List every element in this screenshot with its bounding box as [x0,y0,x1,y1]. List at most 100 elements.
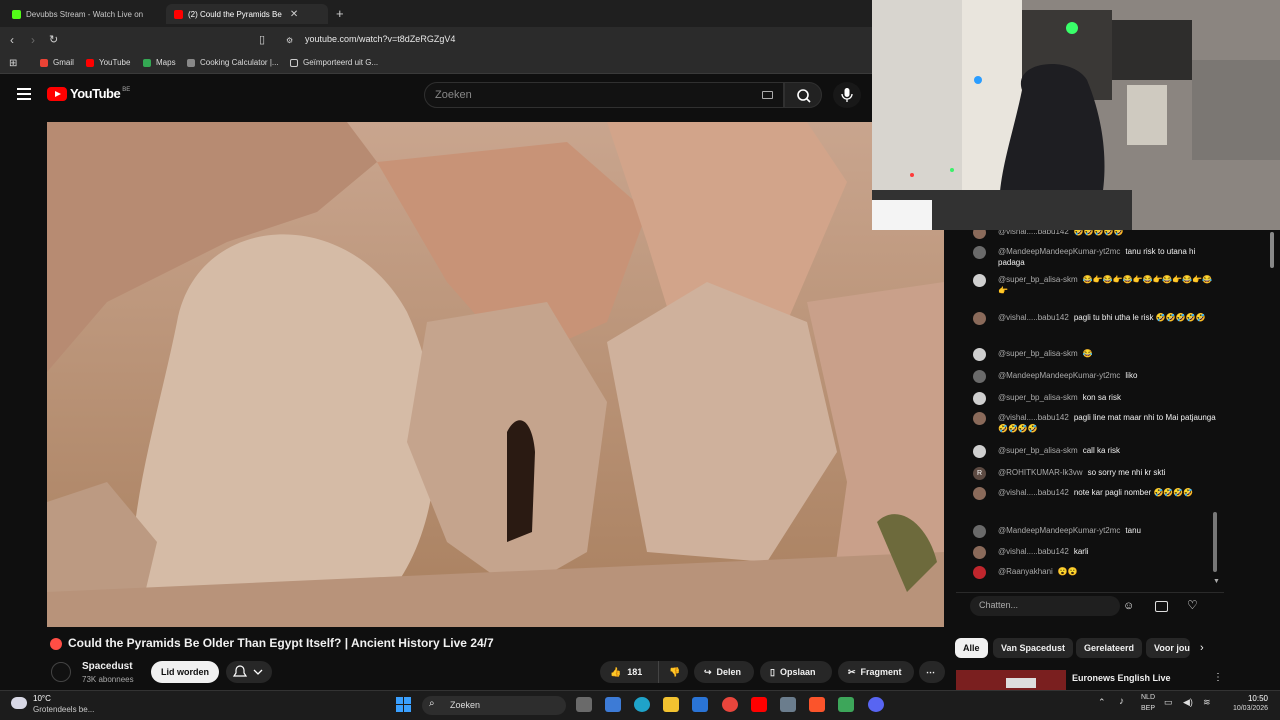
menu-hamburger-icon[interactable] [17,88,31,100]
app-icon[interactable] [838,697,854,712]
chat-author[interactable]: @super_bp_alisa-skm [998,446,1078,455]
notifications-button[interactable] [226,661,272,683]
scroll-down-arrow-icon[interactable]: ▼ [1213,578,1220,585]
search-input[interactable]: Zoeken [424,82,784,108]
related-video-thumbnail[interactable] [956,670,1066,692]
search-button[interactable] [784,82,822,108]
chat-avatar[interactable] [973,487,986,500]
chat-avatar[interactable] [973,246,986,259]
bookmark-imported-folder[interactable]: Geïmporteerd uit G... [290,58,378,67]
site-info-icon[interactable]: ⚙ [286,36,293,45]
close-tab-icon[interactable]: ✕ [290,9,298,20]
chat-avatar[interactable] [973,525,986,538]
brave-icon[interactable] [809,697,825,712]
chat-avatar[interactable] [973,370,986,383]
chat-author[interactable]: @ROHITKUMAR-lk3vw [998,468,1083,477]
chip-related[interactable]: Gerelateerd [1076,638,1143,658]
keyboard-layout[interactable]: BEP [1141,705,1155,712]
windows-start-icon[interactable] [396,697,412,712]
edge-icon[interactable] [634,697,650,712]
chip-for-you[interactable]: Voor jou [1146,638,1190,658]
bookmark-maps[interactable]: Maps [143,58,176,67]
chat-author[interactable]: @vishal.....babu142 [998,547,1069,556]
new-tab-button[interactable]: + [336,6,344,21]
more-vertical-icon[interactable]: ⋮ [1213,672,1223,683]
related-video-title[interactable]: Euronews English Live [1072,673,1171,683]
video-player[interactable] [47,122,944,627]
chat-author[interactable]: @MandeepMandeepKumar-yt2mc [998,247,1120,256]
bookmark-gmail[interactable]: Gmail [40,58,74,67]
keyboard-language[interactable]: NLD [1141,694,1155,701]
chat-author[interactable]: @super_bp_alisa-skm [998,349,1078,358]
chevron-right-icon[interactable]: › [1200,642,1204,654]
task-view-icon[interactable] [576,697,592,712]
volume-icon[interactable]: ◀) [1183,697,1193,708]
chat-author[interactable]: @MandeepMandeepKumar-yt2mc [998,371,1120,380]
chat-avatar[interactable] [973,348,986,361]
join-button[interactable]: Lid worden [151,661,219,683]
tray-mic-icon[interactable]: ♪ [1119,696,1124,707]
clip-button[interactable]: ✂ Fragment [838,661,914,683]
bookmark-cooking-calculator[interactable]: Cooking Calculator |... [187,58,279,67]
chat-avatar[interactable] [973,230,986,239]
bookmark-youtube[interactable]: YouTube [86,58,130,67]
emoji-icon[interactable]: ☺ [1123,600,1134,612]
bookmark-icon[interactable]: ▯ [259,33,265,46]
like-button[interactable]: 👍 181 [600,661,658,683]
chat-avatar[interactable]: R [973,467,986,480]
chat-author[interactable]: @vishal.....babu142 [998,230,1069,236]
taskbar-search[interactable]: Zoeken [422,696,566,715]
channel-avatar[interactable] [51,662,71,682]
weather-description[interactable]: Grotendeels be... [33,705,94,714]
reload-icon[interactable]: ↻ [49,33,58,46]
tab-youtube-video[interactable]: (2) Could the Pyramids Be ✕ [166,4,328,24]
url-field[interactable]: youtube.com/watch?v=t8dZeRGZgV4 [305,34,455,44]
chat-avatar[interactable] [973,445,986,458]
tab-devubbs-stream[interactable]: Devubbs Stream - Watch Live on [4,4,164,24]
chat-author[interactable]: @super_bp_alisa-skm [998,275,1078,284]
chat-avatar[interactable] [973,566,986,579]
discord-icon[interactable] [868,697,884,712]
file-explorer-icon[interactable] [663,697,679,712]
chat-avatar[interactable] [973,274,986,287]
chat-input[interactable]: Chatten... [970,596,1120,616]
weather-cloud-icon[interactable] [11,697,27,709]
store-icon[interactable] [605,697,621,712]
channel-name[interactable]: Spacedust [82,661,133,672]
back-arrow-icon[interactable]: ‹ [10,33,14,47]
chip-all[interactable]: Alle [955,638,988,658]
chat-author[interactable]: @vishal.....babu142 [998,413,1069,422]
share-button[interactable]: ↪ Delen [694,661,754,683]
apps-grid-icon[interactable]: ⊞ [9,58,17,69]
chat-avatar[interactable] [973,312,986,325]
chat-author[interactable]: @MandeepMandeepKumar-yt2mc [998,526,1120,535]
clock-date[interactable]: 10/03/2026 [1222,705,1268,712]
chat-avatar[interactable] [973,546,986,559]
chat-author[interactable]: @Raanyakhani [998,567,1053,576]
keyboard-icon[interactable] [762,91,773,99]
dislike-button[interactable]: 👎 [658,661,688,683]
save-button[interactable]: ▯ Opslaan [760,661,832,683]
forward-arrow-icon[interactable]: › [31,33,35,47]
chip-from-channel[interactable]: Van Spacedust [993,638,1074,658]
youtube-logo[interactable]: YouTube BE [47,86,130,101]
chat-author[interactable]: @vishal.....babu142 [998,313,1069,322]
chat-author[interactable]: @super_bp_alisa-skm [998,393,1078,402]
page-scrollbar[interactable] [1270,232,1274,268]
chat-avatar[interactable] [973,412,986,425]
wifi-icon[interactable]: ≋ [1203,697,1211,708]
tray-chevron-up-icon[interactable]: ⌃ [1098,697,1106,708]
weather-temperature[interactable]: 10°C [33,694,51,703]
chat-scrollbar[interactable] [1213,512,1217,572]
calculator-icon[interactable] [780,697,796,712]
more-actions-button[interactable]: ⋯ [919,661,945,683]
voice-search-button[interactable] [833,82,861,108]
clock-time[interactable]: 10:50 [1230,694,1268,703]
heart-icon[interactable]: ♡ [1187,598,1198,612]
chat-avatar[interactable] [973,392,986,405]
outlook-icon[interactable] [692,697,708,712]
chrome-icon[interactable] [722,697,738,712]
network-icon[interactable]: ▭ [1164,697,1173,708]
chat-author[interactable]: @vishal.....babu142 [998,488,1069,497]
super-chat-icon[interactable] [1155,601,1168,612]
